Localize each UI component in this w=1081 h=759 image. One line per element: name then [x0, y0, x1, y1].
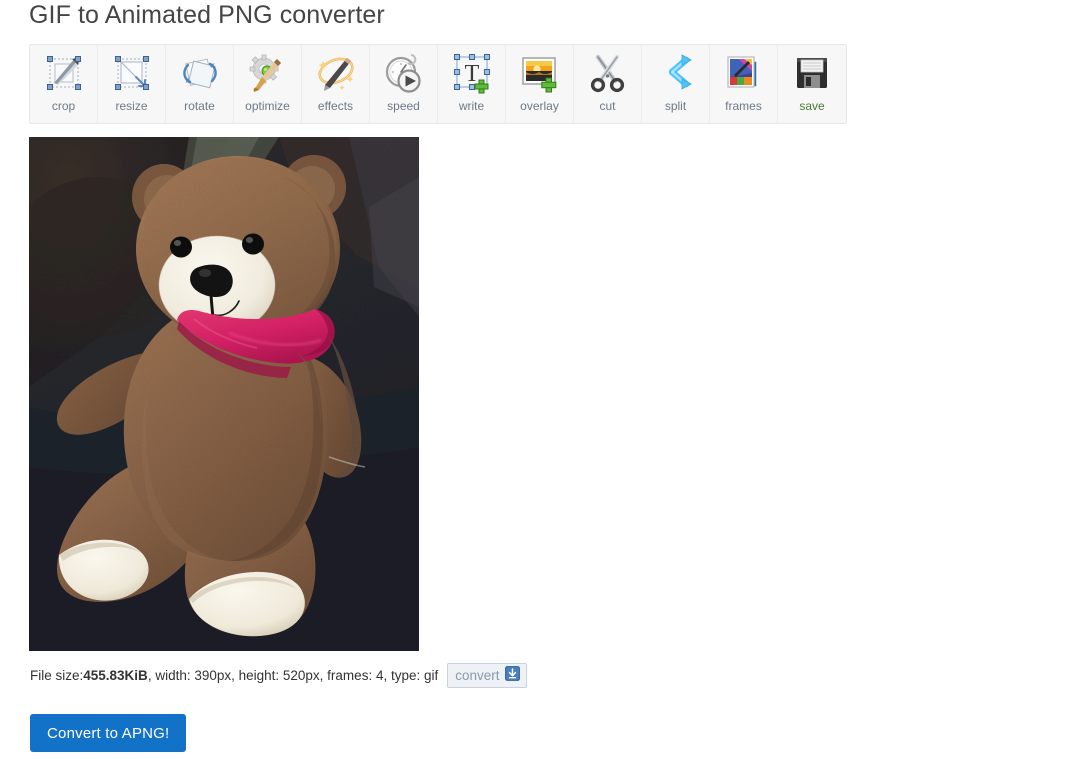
toolbar-item-rotate[interactable]: rotate	[166, 45, 234, 123]
teddy-bear-photo	[29, 137, 419, 651]
file-info-line: File size: 455.83KiB, width: 390px, heig…	[30, 663, 527, 688]
speed-icon	[380, 51, 428, 97]
convert-to-apng-button[interactable]: Convert to APNG!	[30, 714, 187, 752]
toolbar-item-label: frames	[725, 99, 762, 113]
toolbar-item-optimize[interactable]: optimize	[234, 45, 302, 123]
image-preview[interactable]	[29, 137, 419, 651]
editor-toolbar: crop resize rotate optimize effects spee…	[29, 44, 847, 124]
convert-label: convert	[455, 667, 500, 683]
toolbar-item-label: speed	[387, 99, 420, 113]
resize-icon	[108, 51, 156, 97]
toolbar-item-label: write	[458, 99, 485, 113]
page-title: GIF to Animated PNG converter	[29, 1, 385, 29]
convert-format-button[interactable]: convert	[447, 663, 527, 688]
rotate-icon	[176, 51, 224, 97]
scissors-icon	[584, 51, 632, 97]
effects-icon	[312, 51, 360, 97]
toolbar-item-speed[interactable]: speed	[370, 45, 438, 123]
file-info-rest: , width: 390px, height: 520px, frames: 4…	[147, 667, 439, 683]
toolbar-item-label: rotate	[184, 99, 215, 113]
toolbar-item-effects[interactable]: effects	[302, 45, 370, 123]
crop-icon	[40, 51, 88, 97]
toolbar-item-split[interactable]: split	[642, 45, 710, 123]
toolbar-item-label: overlay	[520, 99, 559, 113]
toolbar-item-label: crop	[51, 99, 76, 113]
toolbar-item-label: resize	[115, 99, 148, 113]
toolbar-item-label: optimize	[245, 99, 290, 113]
svg-text:T: T	[464, 61, 479, 87]
toolbar-item-resize[interactable]: resize	[98, 45, 166, 123]
toolbar-item-overlay[interactable]: overlay	[506, 45, 574, 123]
toolbar-item-save[interactable]: save	[778, 45, 846, 123]
frames-icon	[720, 51, 768, 97]
overlay-icon	[516, 51, 564, 97]
floppy-disk-icon	[788, 51, 836, 97]
toolbar-item-label: cut	[599, 99, 616, 113]
toolbar-item-label: split	[664, 99, 687, 113]
file-info-prefix: File size:	[30, 667, 84, 683]
file-size-value: 455.83KiB	[83, 667, 148, 683]
write-icon: T	[448, 51, 496, 97]
toolbar-item-cut[interactable]: cut	[574, 45, 642, 123]
split-icon	[652, 51, 700, 97]
toolbar-item-label: save	[799, 99, 825, 113]
toolbar-item-crop[interactable]: crop	[30, 45, 98, 123]
optimize-icon	[244, 51, 292, 97]
toolbar-item-write[interactable]: T write	[438, 45, 506, 123]
toolbar-item-label: effects	[317, 99, 354, 113]
download-icon	[504, 666, 520, 685]
toolbar-item-frames[interactable]: frames	[710, 45, 778, 123]
